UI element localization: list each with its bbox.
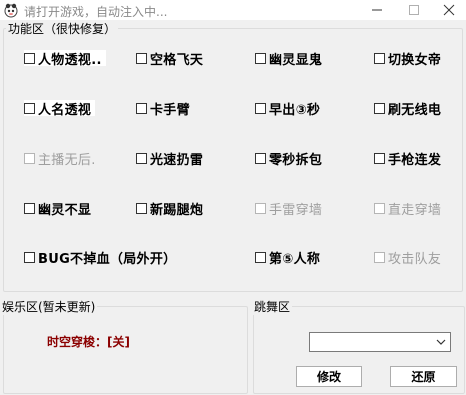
minimize-button[interactable] [362,0,392,20]
restore-button[interactable]: 还原 [390,366,457,387]
feature-group-title: 功能区（很快修复） [6,20,119,37]
checkbox-box[interactable] [136,102,147,114]
checkbox-label: 主播无后. [38,152,96,168]
checkbox-box[interactable] [374,102,385,114]
close-button[interactable] [434,0,464,20]
entertainment-group [3,306,248,394]
checkbox-label: 零秒拆包 [269,152,323,168]
title-bar: 请打开游戏，自动注入中... [0,0,466,20]
checkbox-label: 幽灵显鬼 [269,52,323,68]
checkbox-label: 早出③秒 [269,102,321,118]
checkbox-radio-spam[interactable]: 刷无线电 [374,100,442,118]
checkbox-label: 空格飞天 [150,52,204,68]
dance-group-title: 跳舞区 [252,298,293,315]
checkbox-box[interactable] [24,102,35,114]
checkbox-kick-cannon[interactable]: 新踢腿炮 [136,200,204,218]
checkbox-label: 新踢腿炮 [150,202,204,218]
minimize-icon [372,9,382,11]
checkbox-ghost-reveal[interactable]: 幽灵显鬼 [255,50,323,68]
checkbox-label: 人物透视.. [38,52,102,68]
checkbox-box[interactable] [374,251,385,263]
checkbox-no-recoil[interactable]: 主播无后. [24,150,96,168]
checkbox-label: 人名透视 [38,102,92,118]
window-title: 请打开游戏，自动注入中... [24,5,168,19]
checkbox-label: 攻击队友 [388,251,442,267]
maximize-icon [409,5,419,15]
checkbox-box[interactable] [24,52,35,64]
checkbox-label: 光速扔雷 [150,152,204,168]
maximize-button[interactable] [399,0,429,20]
checkbox-box[interactable] [24,152,35,164]
checkbox-attack-teammates[interactable]: 攻击队友 [374,249,442,267]
checkbox-box[interactable] [24,202,35,214]
checkbox-label: 卡手臂 [150,102,190,118]
checkbox-stuck-arm[interactable]: 卡手臂 [136,100,190,118]
checkbox-ghost-hide[interactable]: 幽灵不显 [24,200,92,218]
checkbox-esp-names[interactable]: 人名透视 [24,100,96,118]
checkbox-switch-empress[interactable]: 切换女帝 [374,50,442,68]
checkbox-box[interactable] [136,152,147,164]
checkbox-bug-no-damage[interactable]: BUG不掉血（局外开） [24,249,177,267]
checkbox-box[interactable] [255,202,266,214]
entertainment-group-title: 娱乐区(暂未更新) [0,298,98,315]
checkbox-box[interactable] [24,251,35,263]
checkbox-walk-through-wall[interactable]: 直走穿墙 [374,200,442,218]
checkbox-grenade-wallhack[interactable]: 手雷穿墙 [255,200,323,218]
chevron-down-icon [436,339,446,345]
checkbox-label: 第⑤人称 [269,251,321,267]
checkbox-label: BUG不掉血（局外开） [38,251,177,267]
checkbox-box[interactable] [136,52,147,64]
checkbox-esp-players[interactable]: 人物透视.. [24,50,106,68]
checkbox-box[interactable] [374,152,385,164]
checkbox-label: 切换女帝 [388,52,442,68]
checkbox-label: 直走穿墙 [388,202,442,218]
checkbox-box[interactable] [255,52,266,64]
checkbox-early-exit[interactable]: 早出③秒 [255,100,321,118]
app-icon [4,3,18,18]
checkbox-box[interactable] [255,102,266,114]
checkbox-box[interactable] [374,52,385,64]
checkbox-label: 刷无线电 [388,102,442,118]
checkbox-space-fly[interactable]: 空格飞天 [136,50,204,68]
checkbox-fast-grenade[interactable]: 光速扔雷 [136,150,204,168]
checkbox-box[interactable] [136,202,147,214]
modify-button[interactable]: 修改 [296,366,362,387]
checkbox-fifth-person[interactable]: 第⑤人称 [255,249,321,267]
checkbox-label: 手枪连发 [388,152,442,168]
close-icon [443,4,455,16]
checkbox-box[interactable] [374,202,385,214]
time-travel-status: 时空穿梭：[关] [47,335,130,349]
checkbox-box[interactable] [255,152,266,164]
checkbox-label: 幽灵不显 [38,202,92,218]
dance-select[interactable] [309,332,451,352]
checkbox-pistol-rapid[interactable]: 手枪连发 [374,150,442,168]
checkbox-label: 手雷穿墙 [269,202,323,218]
checkbox-box[interactable] [255,251,266,263]
checkbox-instant-defuse[interactable]: 零秒拆包 [255,150,323,168]
